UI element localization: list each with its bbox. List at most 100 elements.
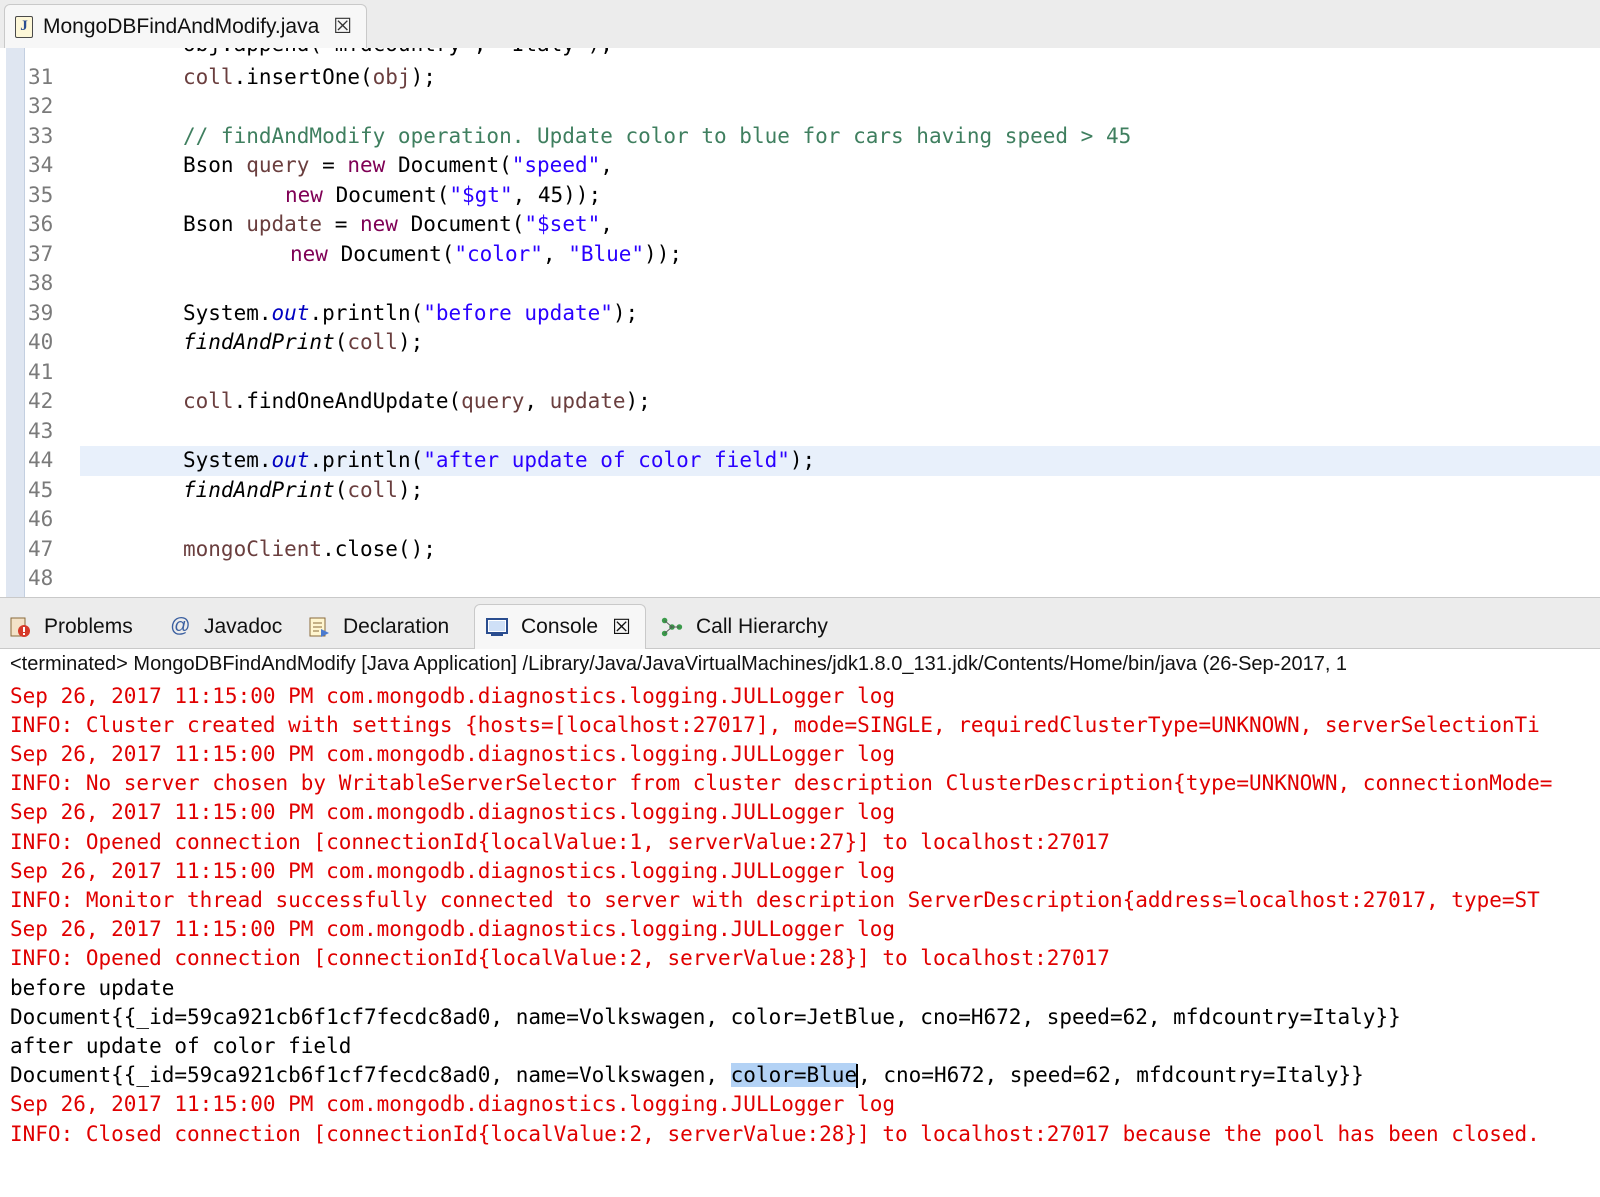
code-line: 33 // findAndModify operation. Update co… xyxy=(0,122,1600,152)
code-token: = xyxy=(309,153,348,177)
tab-label: Problems xyxy=(44,614,133,638)
declaration-icon xyxy=(307,615,331,639)
code-line: 37 new Document("color", "Blue")); xyxy=(0,240,1600,270)
console-line: Sep 26, 2017 11:15:00 PM com.mongodb.dia… xyxy=(10,800,896,824)
code-token: update xyxy=(246,212,323,236)
console-line: INFO: Opened connection [connectionId{lo… xyxy=(10,830,1110,854)
code-token: ); xyxy=(612,301,639,325)
console-line: Sep 26, 2017 11:15:00 PM com.mongodb.dia… xyxy=(10,859,896,883)
code-token: "before update" xyxy=(423,301,613,325)
code-line: 45 findAndPrint(coll); xyxy=(0,476,1600,506)
code-text: Bson update = new Document("$set", xyxy=(183,210,613,240)
code-token: ( xyxy=(334,330,348,354)
code-token: out xyxy=(271,301,310,325)
code-token: .println( xyxy=(309,301,424,325)
at-sign-icon: @ xyxy=(169,615,191,637)
code-text: System.out.println("before update"); xyxy=(183,299,638,329)
console-output[interactable]: <terminated> MongoDBFindAndModify [Java … xyxy=(0,649,1600,1197)
code-token: query xyxy=(246,153,310,177)
editor-tab-mongodbfindandmodify[interactable]: J MongoDBFindAndModify.java ☒ xyxy=(4,4,368,48)
code-token: ); xyxy=(625,389,651,413)
code-token: ); xyxy=(410,65,436,89)
tab-declaration[interactable]: Declaration xyxy=(307,604,449,649)
panel-tab-bar: Problems @ Javadoc Declaration Console ☒… xyxy=(0,597,1600,649)
console-line: Sep 26, 2017 11:15:00 PM com.mongodb.dia… xyxy=(10,1092,896,1116)
code-token: Bson xyxy=(183,212,247,236)
tab-call-hierarchy[interactable]: Call Hierarchy xyxy=(660,604,828,649)
code-comment: // findAndModify operation. Update color… xyxy=(183,124,1132,148)
code-token: "after update of color field" xyxy=(423,448,790,472)
code-token: ); xyxy=(397,478,424,502)
code-line: 31 coll.insertOne(obj); xyxy=(0,63,1600,93)
line-number: 41 xyxy=(28,360,54,384)
code-token: .findOneAndUpdate( xyxy=(233,389,462,413)
tab-javadoc[interactable]: @ Javadoc xyxy=(168,604,282,649)
line-number: 34 xyxy=(28,153,54,177)
code-text: new Document("$gt", 45)); xyxy=(285,181,601,211)
line-number: 37 xyxy=(28,242,54,266)
code-text: Bson query = new Document("speed", xyxy=(183,151,613,181)
code-token: Bson xyxy=(183,153,247,177)
code-token: Document( xyxy=(397,212,525,236)
editor-tab-bar: J MongoDBFindAndModify.java ☒ xyxy=(0,0,1600,48)
line-number: 32 xyxy=(28,94,54,118)
line-number: 44 xyxy=(28,448,54,472)
code-token: System. xyxy=(183,301,272,325)
console-line: Sep 26, 2017 11:15:00 PM com.mongodb.dia… xyxy=(10,742,896,766)
console-line-selected: Document{{_id=59ca921cb6f1cf7fecdc8ad0, … xyxy=(10,1061,1364,1090)
code-token: coll xyxy=(347,478,398,502)
code-token: new xyxy=(347,153,386,177)
code-token: , xyxy=(600,212,613,236)
line-number: 45 xyxy=(28,478,54,502)
code-token: "Blue" xyxy=(568,242,645,266)
line-number: 39 xyxy=(28,301,54,325)
code-token: , xyxy=(542,242,569,266)
code-line: 35 new Document("$gt", 45)); xyxy=(0,181,1600,211)
tab-console[interactable]: Console ☒ xyxy=(474,604,646,649)
code-token: ); xyxy=(397,330,424,354)
call-hierarchy-icon xyxy=(660,615,684,639)
code-line: 34 Bson query = new Document("speed", xyxy=(0,151,1600,181)
tab-label: Javadoc xyxy=(204,614,283,638)
console-header: <terminated> MongoDBFindAndModify [Java … xyxy=(10,653,1348,675)
problems-icon xyxy=(8,615,32,639)
code-token: Document( xyxy=(322,183,450,207)
code-token: )); xyxy=(644,242,682,266)
line-number: 43 xyxy=(28,419,54,443)
tab-problems[interactable]: Problems xyxy=(8,604,133,649)
code-token: .insertOne( xyxy=(233,65,373,89)
code-line: 40 findAndPrint(coll); xyxy=(0,328,1600,358)
code-token: out xyxy=(271,448,310,472)
console-text: , cno=H672, speed=62, mfdcountry=Italy}} xyxy=(858,1063,1364,1087)
code-token: "speed" xyxy=(511,153,601,177)
code-token: query xyxy=(461,389,525,413)
close-icon[interactable]: ☒ xyxy=(612,615,631,640)
close-icon[interactable]: ☒ xyxy=(333,16,352,37)
line-number: 40 xyxy=(28,330,54,354)
line-number: 33 xyxy=(28,124,54,148)
code-text: findAndPrint(coll); xyxy=(183,476,423,506)
code-editor[interactable]: obj.append("mfdcountry", "Italy"); 31 co… xyxy=(0,48,1600,597)
console-text: Document{{_id=59ca921cb6f1cf7fecdc8ad0, … xyxy=(10,1063,731,1087)
console-line: Sep 26, 2017 11:15:00 PM com.mongodb.dia… xyxy=(10,917,896,941)
code-text: new Document("color", "Blue")); xyxy=(290,240,682,270)
console-line: INFO: Closed connection [connectionId{lo… xyxy=(10,1122,1540,1146)
console-icon xyxy=(485,615,509,639)
code-token: Document( xyxy=(327,242,455,266)
tab-label: Declaration xyxy=(343,614,450,638)
code-text: System.out.println("after update of colo… xyxy=(183,446,815,476)
code-token: System. xyxy=(183,448,272,472)
code-token: coll xyxy=(347,330,398,354)
console-line: INFO: Cluster created with settings {hos… xyxy=(10,713,1540,737)
code-token: .println( xyxy=(309,448,424,472)
line-number: 46 xyxy=(28,507,54,531)
code-line: 41 xyxy=(0,358,1600,388)
console-line: before update xyxy=(10,976,175,1000)
code-token: coll xyxy=(183,65,234,89)
code-line: 48 xyxy=(0,564,1600,594)
code-token: ( xyxy=(334,478,348,502)
console-line: Document{{_id=59ca921cb6f1cf7fecdc8ad0, … xyxy=(10,1005,1401,1029)
editor-tab-title: MongoDBFindAndModify.java xyxy=(43,14,320,38)
code-text: coll.findOneAndUpdate(query, update); xyxy=(183,387,651,417)
code-line: 32 xyxy=(0,92,1600,122)
